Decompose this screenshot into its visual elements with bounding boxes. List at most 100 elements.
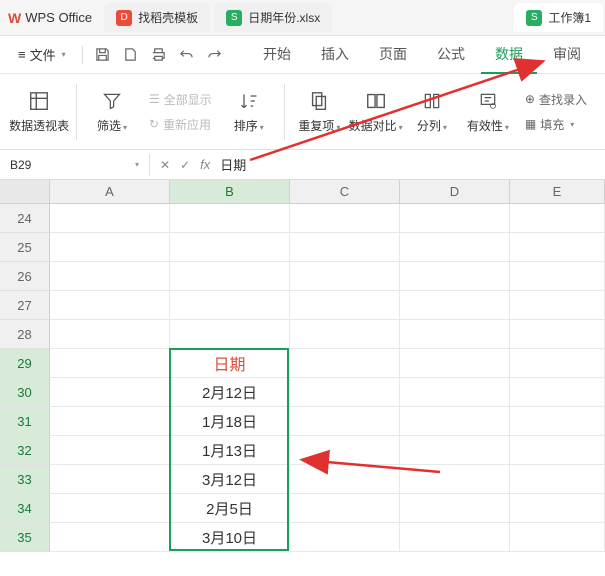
column-header-A[interactable]: A — [50, 180, 170, 204]
cell[interactable] — [400, 320, 510, 349]
cell[interactable] — [290, 407, 400, 436]
cell[interactable] — [170, 233, 290, 262]
fx-icon[interactable]: fx — [200, 157, 210, 172]
row-header[interactable]: 29 — [0, 349, 50, 378]
cell[interactable] — [510, 291, 605, 320]
cell[interactable] — [400, 523, 510, 552]
cell[interactable] — [290, 291, 400, 320]
cell[interactable] — [510, 204, 605, 233]
cell[interactable] — [290, 320, 400, 349]
cell[interactable] — [400, 436, 510, 465]
cell[interactable] — [510, 320, 605, 349]
fill-button[interactable]: ▦ 填充▾ — [519, 113, 593, 136]
row-header[interactable]: 30 — [0, 378, 50, 407]
cell[interactable] — [50, 349, 170, 378]
split-button[interactable]: 分列▾ — [407, 85, 457, 138]
cell[interactable] — [50, 204, 170, 233]
cell[interactable] — [50, 291, 170, 320]
cell[interactable] — [50, 407, 170, 436]
tab-template-store[interactable]: D 找稻壳模板 — [104, 3, 210, 32]
tab-page[interactable]: 页面 — [365, 36, 421, 74]
select-all-corner[interactable] — [0, 180, 50, 204]
cell[interactable] — [400, 407, 510, 436]
row-header[interactable]: 31 — [0, 407, 50, 436]
cell[interactable] — [170, 320, 290, 349]
validate-button[interactable]: 有效性▾ — [463, 85, 513, 138]
cell[interactable] — [400, 233, 510, 262]
filter-button[interactable]: 筛选▾ — [87, 85, 137, 138]
cell[interactable] — [50, 233, 170, 262]
file-menu[interactable]: ≡ 文件 ▾ — [10, 41, 74, 68]
column-header-C[interactable]: C — [290, 180, 400, 204]
cell[interactable] — [50, 320, 170, 349]
redo-button[interactable] — [203, 43, 227, 67]
cell[interactable] — [290, 523, 400, 552]
cell[interactable]: 1月13日 — [170, 436, 290, 465]
cell[interactable]: 3月10日 — [170, 523, 290, 552]
tab-workbook1[interactable]: S 工作簿1 — [514, 3, 603, 32]
cell[interactable] — [50, 523, 170, 552]
compare-button[interactable]: 数据对比▾ — [350, 85, 401, 138]
row-header[interactable]: 25 — [0, 233, 50, 262]
tab-formula[interactable]: 公式 — [423, 36, 479, 74]
confirm-button[interactable]: ✓ — [180, 158, 190, 172]
row-header[interactable]: 33 — [0, 465, 50, 494]
row-header[interactable]: 28 — [0, 320, 50, 349]
cell[interactable] — [290, 349, 400, 378]
row-header[interactable]: 26 — [0, 262, 50, 291]
cell[interactable] — [50, 465, 170, 494]
cell[interactable] — [400, 204, 510, 233]
cell[interactable] — [400, 349, 510, 378]
cell[interactable] — [510, 465, 605, 494]
save-button[interactable] — [91, 43, 115, 67]
row-header[interactable]: 27 — [0, 291, 50, 320]
cell[interactable] — [400, 291, 510, 320]
cell[interactable] — [290, 494, 400, 523]
cell[interactable] — [50, 378, 170, 407]
cell[interactable]: 3月12日 — [170, 465, 290, 494]
column-header-B[interactable]: B — [170, 180, 290, 204]
column-header-E[interactable]: E — [510, 180, 605, 204]
cell[interactable] — [170, 262, 290, 291]
cell[interactable] — [400, 378, 510, 407]
row-header[interactable]: 24 — [0, 204, 50, 233]
cell[interactable]: 2月5日 — [170, 494, 290, 523]
row-header[interactable]: 32 — [0, 436, 50, 465]
cell[interactable]: 2月12日 — [170, 378, 290, 407]
cell[interactable] — [510, 407, 605, 436]
cell[interactable]: 日期 — [170, 349, 290, 378]
cell[interactable] — [510, 262, 605, 291]
tab-insert[interactable]: 插入 — [307, 36, 363, 74]
cell[interactable]: 1月18日 — [170, 407, 290, 436]
cell[interactable] — [290, 262, 400, 291]
cell[interactable] — [400, 465, 510, 494]
formula-input[interactable] — [220, 157, 595, 172]
find-input-button[interactable]: ⊕ 查找录入 — [519, 88, 593, 111]
tab-date-file[interactable]: S 日期年份.xlsx — [214, 3, 332, 32]
column-header-D[interactable]: D — [400, 180, 510, 204]
tab-data[interactable]: 数据 — [481, 36, 537, 74]
cell[interactable] — [290, 378, 400, 407]
cell[interactable] — [290, 436, 400, 465]
tab-review[interactable]: 审阅 — [539, 36, 595, 74]
cell[interactable] — [510, 378, 605, 407]
cell[interactable] — [510, 233, 605, 262]
cell[interactable] — [510, 436, 605, 465]
new-button[interactable] — [119, 43, 143, 67]
cell[interactable] — [400, 262, 510, 291]
cell[interactable] — [50, 262, 170, 291]
cell[interactable] — [50, 494, 170, 523]
cell[interactable] — [50, 436, 170, 465]
pivot-table-button[interactable]: 数据透视表 — [12, 85, 66, 138]
sort-button[interactable]: 排序▾ — [224, 85, 274, 138]
row-header[interactable]: 34 — [0, 494, 50, 523]
cell[interactable] — [510, 349, 605, 378]
tab-home[interactable]: 开始 — [249, 36, 305, 74]
row-header[interactable]: 35 — [0, 523, 50, 552]
cell[interactable] — [510, 523, 605, 552]
cell[interactable] — [170, 204, 290, 233]
print-button[interactable] — [147, 43, 171, 67]
cell[interactable] — [510, 494, 605, 523]
cell[interactable] — [400, 494, 510, 523]
cancel-button[interactable]: ✕ — [160, 158, 170, 172]
